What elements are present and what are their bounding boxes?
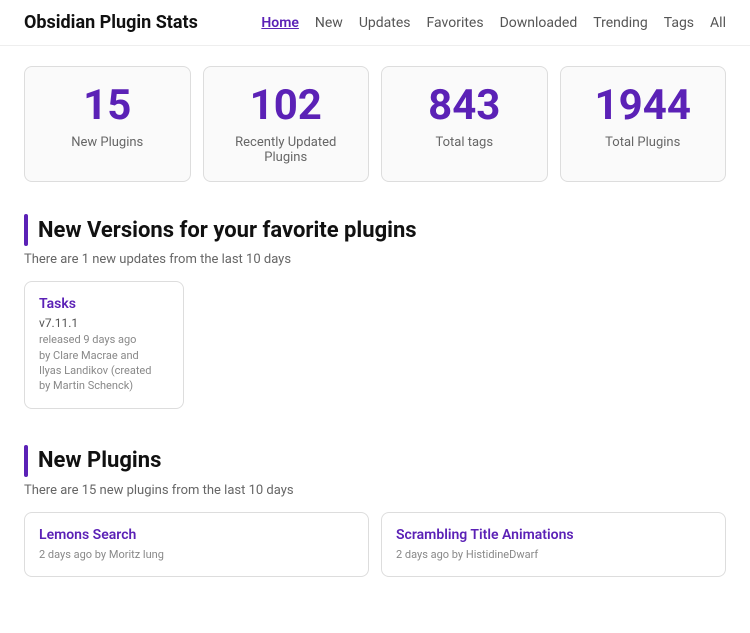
new-plugins-cards: Lemons Search 2 days ago by Moritz lung …	[24, 512, 726, 577]
updates-heading: New Versions for your favorite plugins	[24, 214, 726, 246]
updates-title: New Versions for your favorite plugins	[38, 218, 417, 243]
stat-number: 843	[394, 83, 535, 129]
new-plugin-card[interactable]: Lemons Search 2 days ago by Moritz lung	[24, 512, 369, 577]
new-plugins-section: New Plugins There are 15 new plugins fro…	[24, 445, 726, 577]
new-plugins-heading: New Plugins	[24, 445, 726, 477]
nav-item-all[interactable]: All	[710, 15, 726, 31]
stat-label: Recently Updated Plugins	[216, 135, 357, 165]
stats-grid: 15 New Plugins 102 Recently Updated Plug…	[24, 66, 726, 182]
new-plugins-subtitle: There are 15 new plugins from the last 1…	[24, 483, 726, 498]
nav-item-home[interactable]: Home	[261, 15, 299, 31]
nav-item-trending[interactable]: Trending	[593, 15, 648, 31]
plugin-card-name: Lemons Search	[39, 527, 354, 543]
plugin-card-name: Tasks	[39, 296, 169, 312]
stat-number: 102	[216, 83, 357, 129]
stat-label: Total Plugins	[573, 135, 714, 150]
plugin-card-name: Scrambling Title Animations	[396, 527, 711, 543]
main-nav: Home New Updates Favorites Downloaded Trendin…	[261, 15, 726, 31]
updates-plugin-cards: Tasks v7.11.1 released 9 days agoby Clar…	[24, 281, 726, 409]
stat-card: 102 Recently Updated Plugins	[203, 66, 370, 182]
nav-item-favorites[interactable]: Favorites	[427, 15, 484, 31]
plugin-card-meta: released 9 days agoby Clare Macrae andIl…	[39, 332, 169, 394]
new-plugin-card[interactable]: Scrambling Title Animations 2 days ago b…	[381, 512, 726, 577]
update-plugin-card[interactable]: Tasks v7.11.1 released 9 days agoby Clar…	[24, 281, 184, 409]
stat-card: 843 Total tags	[381, 66, 548, 182]
stat-label: Total tags	[394, 135, 535, 150]
updates-section: New Versions for your favorite plugins T…	[24, 214, 726, 409]
site-header: Obsidian Plugin Stats Home New Updates Favo…	[0, 0, 750, 46]
nav-item-new[interactable]: New	[315, 15, 343, 31]
stat-card: 15 New Plugins	[24, 66, 191, 182]
new-plugins-title: New Plugins	[38, 448, 161, 473]
plugin-card-meta: 2 days ago by HistidineDwarf	[396, 547, 711, 562]
nav-item-tags[interactable]: Tags	[664, 15, 694, 31]
plugin-card-meta: 2 days ago by Moritz lung	[39, 547, 354, 562]
plugin-card-version: v7.11.1	[39, 316, 169, 330]
new-plugins-heading-bar	[24, 445, 28, 477]
nav-item-downloaded[interactable]: Downloaded	[500, 15, 578, 31]
stat-number: 1944	[573, 83, 714, 129]
updates-heading-bar	[24, 214, 28, 246]
nav-item-updates[interactable]: Updates	[359, 15, 411, 31]
main-content: 15 New Plugins 102 Recently Updated Plug…	[0, 46, 750, 633]
updates-subtitle: There are 1 new updates from the last 10…	[24, 252, 726, 267]
stat-label: New Plugins	[37, 135, 178, 150]
stat-card: 1944 Total Plugins	[560, 66, 727, 182]
stat-number: 15	[37, 83, 178, 129]
site-title: Obsidian Plugin Stats	[24, 12, 198, 33]
